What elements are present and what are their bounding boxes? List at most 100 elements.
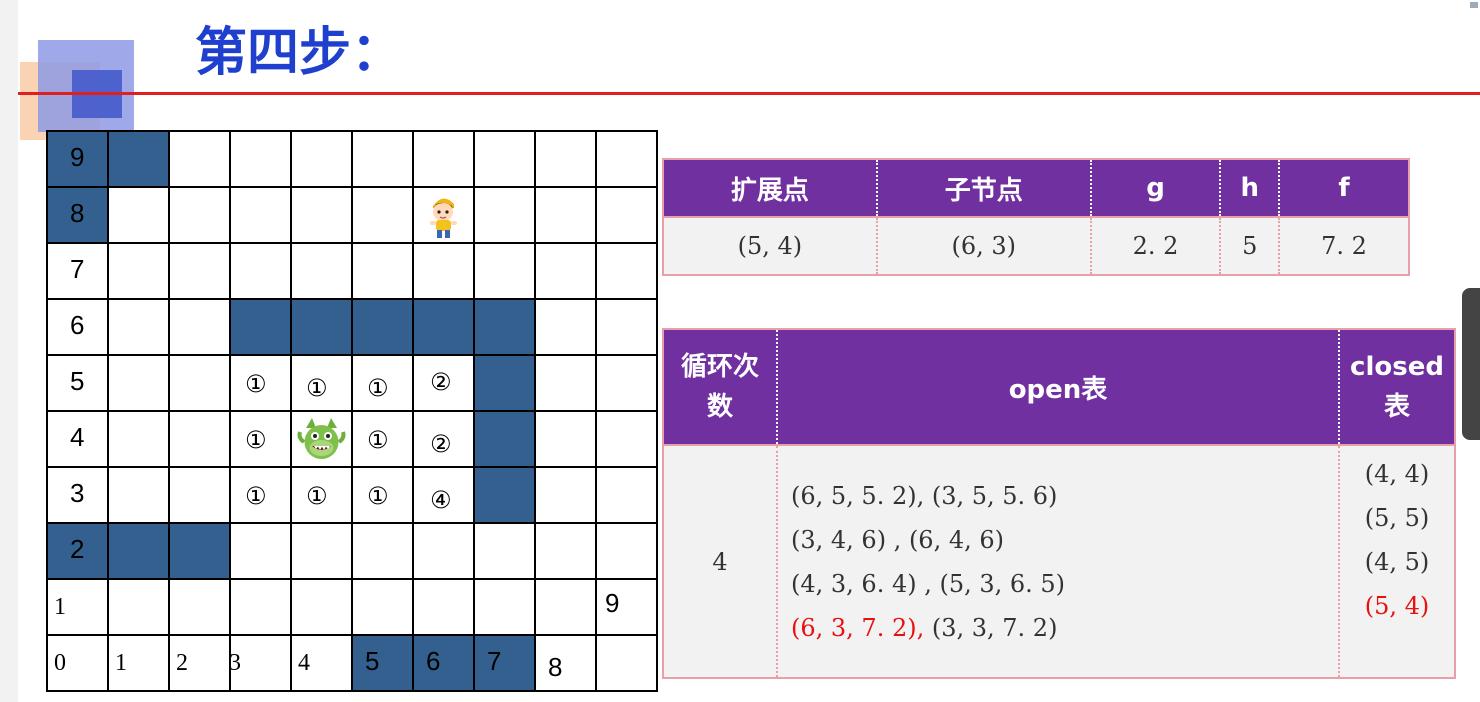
grid-cell-goal <box>412 186 475 244</box>
grid-cell <box>107 466 170 524</box>
grid-row-7: 7 <box>46 242 658 300</box>
boy-icon <box>430 198 457 238</box>
grid-cell <box>595 242 658 300</box>
grid-cell: 5 <box>351 634 414 692</box>
grid-cell: ① <box>229 466 292 524</box>
header-child-node: 子节点 <box>876 159 1092 217</box>
grid-cell: 3 <box>46 466 109 524</box>
grid-cell <box>168 186 231 244</box>
grid-cell: 6 <box>412 634 475 692</box>
cost-mark: ① <box>367 374 389 402</box>
cost-mark: ② <box>430 368 452 396</box>
grid-cell: 7 <box>473 634 536 692</box>
grid-cell <box>595 522 658 580</box>
monster-icon <box>297 418 346 459</box>
grid-cell <box>412 242 475 300</box>
col-label: 3 <box>229 650 241 676</box>
grid-cell <box>107 242 170 300</box>
grid-cell <box>229 130 292 188</box>
header-expand-point: 扩展点 <box>663 159 878 217</box>
cell-open-list: (6, 5, 5. 2), (3, 5, 5. 6) (3, 4, 6) , (… <box>777 444 1340 678</box>
closed-entry: (5, 5) <box>1364 504 1430 532</box>
grid-cell <box>595 410 658 468</box>
grid-cell: ① <box>290 466 353 524</box>
grid-cell <box>473 578 536 636</box>
header-f: f <box>1279 159 1409 217</box>
title-underline <box>18 92 1480 95</box>
grid-cell <box>351 298 414 356</box>
grid-cell: 1 <box>107 634 170 692</box>
grid-cell: 6 <box>46 298 109 356</box>
closed-entry: (4, 4) <box>1364 460 1430 488</box>
grid-cell <box>229 578 292 636</box>
grid-cell <box>168 522 231 580</box>
col-label: 7 <box>487 646 502 676</box>
grid-cell: 4 <box>46 410 109 468</box>
closed-entry: (4, 5) <box>1364 548 1430 576</box>
grid-cell <box>595 466 658 524</box>
grid-cell <box>107 298 170 356</box>
map-grid: 9 8 7 6 5 ① ① ① ② 4 ① ① ② 3 ① ① ① ④ 2 1 … <box>46 130 658 692</box>
grid-cell: ① <box>229 410 292 468</box>
grid-cell <box>229 242 292 300</box>
grid-cell <box>473 522 536 580</box>
cost-mark: ② <box>430 430 452 458</box>
grid-cell <box>290 298 353 356</box>
header-h: h <box>1220 159 1281 217</box>
grid-row-9: 9 <box>46 130 658 188</box>
cell-loop-count: 4 <box>663 444 778 678</box>
cost-mark: ① <box>306 374 328 402</box>
grid-cell <box>351 578 414 636</box>
col-label: 0 <box>54 650 66 676</box>
grid-cell <box>229 186 292 244</box>
grid-cell-start <box>290 410 353 468</box>
grid-cell <box>595 186 658 244</box>
header-loop-count: 循环次数 <box>663 329 778 445</box>
grid-cell <box>168 410 231 468</box>
row-label: 8 <box>70 198 85 228</box>
grid-cell: ② <box>412 354 475 412</box>
grid-cell <box>290 186 353 244</box>
row-label: 1 <box>54 594 66 620</box>
grid-cell <box>473 242 536 300</box>
grid-cell: 3 <box>229 634 292 692</box>
grid-cell <box>473 466 536 524</box>
cost-mark: ① <box>245 426 267 454</box>
row-label: 9 <box>70 142 85 172</box>
grid-cell <box>168 466 231 524</box>
grid-cell <box>534 578 597 636</box>
col-label: 1 <box>115 650 127 676</box>
grid-row-1: 1 9 <box>46 578 658 636</box>
grid-cell <box>595 130 658 188</box>
grid-row-3: 3 ① ① ① ④ <box>46 466 658 524</box>
row-label: 5 <box>70 366 85 396</box>
open-entry: (4, 3, 6. 4) , (5, 3, 6. 5) <box>791 569 1066 598</box>
grid-cell <box>534 186 597 244</box>
col-label: 2 <box>176 650 188 676</box>
grid-cell <box>534 522 597 580</box>
grid-cell <box>229 298 292 356</box>
cost-mark: ① <box>306 482 328 510</box>
closed-entry-highlight: (5, 4) <box>1364 592 1430 620</box>
grid-cell <box>168 298 231 356</box>
grid-cell: 9 <box>595 578 658 636</box>
side-scroll-handle[interactable] <box>1462 288 1480 440</box>
grid-cell: ④ <box>412 466 475 524</box>
row-label: 6 <box>70 310 85 340</box>
open-entry-rest: (3, 3, 7. 2) <box>924 613 1058 642</box>
grid-cell <box>107 578 170 636</box>
cost-mark: ④ <box>430 486 452 514</box>
cell-h: 5 <box>1220 216 1281 275</box>
grid-cell <box>168 242 231 300</box>
grid-cell <box>229 522 292 580</box>
grid-cell <box>351 186 414 244</box>
cost-mark: ① <box>245 370 267 398</box>
grid-cell <box>168 354 231 412</box>
grid-cell: ① <box>351 354 414 412</box>
grid-cell <box>351 242 414 300</box>
grid-cell <box>473 130 536 188</box>
grid-cell: 2 <box>46 522 109 580</box>
grid-row-0: 0 1 2 3 4 5 6 7 8 <box>46 634 658 692</box>
grid-row-6: 6 <box>46 298 658 356</box>
grid-cell: 8 <box>534 634 597 692</box>
